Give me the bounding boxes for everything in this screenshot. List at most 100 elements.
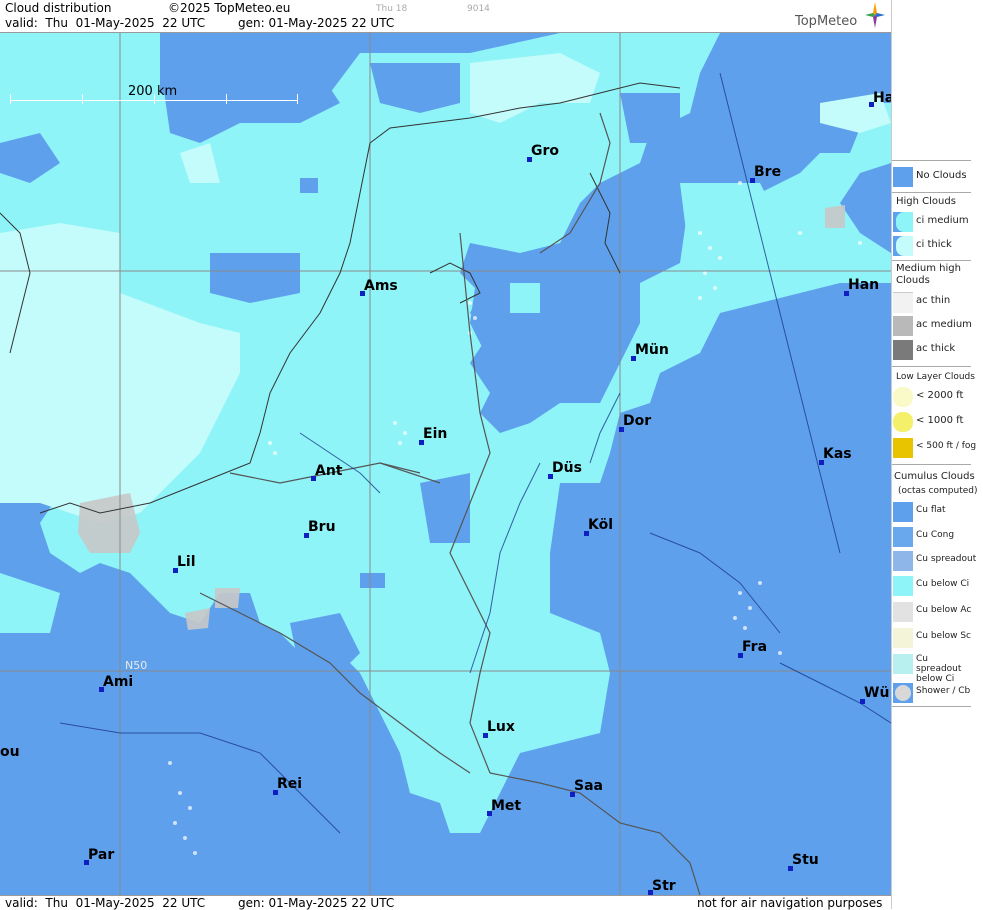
legend-cumulus-sub: (octas computed): [898, 486, 978, 496]
legend-label: ac thin: [916, 295, 951, 306]
valid-time: valid: Thu 01-May-2025 22 UTC: [5, 16, 206, 30]
ci-thick-swatch: [893, 236, 913, 256]
low-1000-swatch: [893, 412, 913, 432]
logo-text: TopMeteo: [795, 14, 858, 29]
legend-cu-below-ac: Cu below Ac: [892, 600, 983, 624]
footer-gen: gen: 01-May-2025 22 UTC: [238, 896, 395, 910]
map-title: Cloud distribution: [5, 1, 112, 15]
low-2000-swatch: [893, 387, 913, 407]
run-label: Thu 18: [376, 4, 408, 14]
city-label: Han: [848, 277, 880, 293]
legend-label: Cu below Ac: [916, 605, 972, 615]
legend-cu-below-ci: Cu below Ci: [892, 574, 983, 598]
legend-label: Cu Cong: [916, 530, 955, 540]
legend-cumulus-header: Cumulus Clouds: [894, 471, 975, 482]
legend-ac-thick: ac thick: [892, 338, 983, 362]
legend-label: < 1000 ft: [916, 415, 964, 426]
cloud-layer: [0, 33, 891, 895]
header-bar: Cloud distribution ©2025 TopMeteo.eu Thu…: [0, 0, 891, 33]
gen-time: gen: 01-May-2025 22 UTC: [238, 16, 395, 30]
legend-label: Cu below Ci: [916, 579, 970, 589]
legend-low-header: Low Layer Clouds: [896, 372, 975, 382]
city-label: Fra: [742, 639, 768, 655]
ac-thin-swatch: [893, 292, 913, 313]
footer-valid: valid: Thu 01-May-2025 22 UTC: [5, 896, 206, 910]
city-label: ou: [0, 744, 20, 760]
cu-flat-swatch: [893, 502, 913, 522]
legend-label: ci medium: [916, 215, 969, 226]
city-label: Ami: [103, 674, 134, 690]
legend-ac-medium: ac medium: [892, 314, 983, 338]
cu-spreadout-swatch: [893, 551, 913, 571]
legend-cu-spreadout: Cu spreadout: [892, 549, 983, 573]
city-label: Düs: [552, 460, 582, 476]
compass-icon: [865, 2, 885, 28]
city-label: Ein: [423, 426, 448, 442]
copyright: ©2025 TopMeteo.eu: [168, 1, 291, 15]
city-label: Mün: [635, 342, 669, 358]
legend-no-clouds: No Clouds: [892, 165, 983, 189]
city-label: Gro: [531, 143, 560, 159]
latitude-label: N50: [125, 659, 148, 672]
no-clouds-swatch: [893, 167, 913, 187]
scale-label: 200 km: [128, 84, 178, 99]
ci-medium-swatch: [893, 212, 913, 232]
shower-cb-swatch: [893, 683, 913, 703]
cu-below-ci-swatch: [893, 576, 913, 596]
cu-cong-swatch: [893, 527, 913, 547]
city-label: Ha: [873, 90, 891, 106]
legend-cu-flat: Cu flat: [892, 500, 983, 524]
legend-shower: Shower / Cb: [892, 681, 983, 705]
legend-label: Cu below Sc: [916, 631, 971, 641]
city-label: Stu: [792, 852, 819, 868]
cu-below-ac-swatch: [893, 602, 913, 622]
city-label: Lil: [177, 554, 196, 570]
cu-spreadout-below-ci-swatch: [893, 654, 913, 674]
legend-label: ac thick: [916, 343, 956, 354]
legend-label: Shower / Cb: [916, 686, 971, 696]
legend-low-2000: < 2000 ft: [892, 385, 983, 409]
code-label: 9014: [467, 4, 490, 14]
city-label: Bru: [308, 519, 336, 535]
city-label: Str: [652, 878, 676, 894]
cloud-map[interactable]: 200 km N50 Ha Gro Bre Ams Han Mün Dor Ei…: [0, 33, 891, 895]
city-label: Ant: [315, 463, 343, 479]
city-label: Saa: [574, 778, 603, 794]
legend-cu-cong: Cu Cong: [892, 525, 983, 549]
legend-label: < 500 ft / fog: [916, 441, 977, 451]
city-label: Ams: [364, 278, 398, 294]
legend-low-500: < 500 ft / fog: [892, 436, 983, 460]
legend-label: Cu flat: [916, 505, 946, 515]
city-label: Met: [491, 798, 522, 814]
city-label: Wü: [864, 685, 890, 701]
city-label: Lux: [487, 719, 515, 735]
legend-medium-header: Medium high Clouds: [896, 263, 961, 286]
legend-cu-below-sc: Cu below Sc: [892, 626, 983, 650]
legend-high-header: High Clouds: [896, 196, 956, 207]
legend-panel: No Clouds High Clouds ci medium ci thick…: [891, 0, 983, 909]
city-label: Köl: [588, 517, 614, 533]
legend-ac-thin: ac thin: [892, 290, 983, 314]
cu-below-sc-swatch: [893, 628, 913, 648]
footer-bar: valid: Thu 01-May-2025 22 UTC gen: 01-Ma…: [0, 895, 891, 910]
city-label: Kas: [823, 446, 852, 462]
legend-ci-thick: ci thick: [892, 234, 983, 258]
legend-label: Cu spreadout below Ci: [916, 654, 962, 684]
legend-cu-spreadout-below-ci: Cu spreadout below Ci: [892, 652, 983, 684]
scale-bar: 200 km: [10, 84, 298, 104]
legend-ci-medium: ci medium: [892, 210, 983, 234]
legend-label: No Clouds: [916, 170, 967, 181]
topmeteo-logo: TopMeteo: [795, 2, 887, 30]
legend-label: ci thick: [916, 239, 952, 250]
city-label: Par: [88, 847, 115, 863]
ac-medium-swatch: [893, 316, 913, 336]
footer-notice: not for air navigation purposes: [697, 896, 883, 910]
legend-label: < 2000 ft: [916, 390, 964, 401]
legend-label: ac medium: [916, 319, 972, 330]
city-label: Rei: [277, 776, 303, 792]
legend-label: Cu spreadout: [916, 554, 977, 564]
legend-low-1000: < 1000 ft: [892, 410, 983, 434]
ac-thick-swatch: [893, 340, 913, 360]
city-label: Dor: [623, 413, 652, 429]
low-500-swatch: [893, 438, 913, 458]
